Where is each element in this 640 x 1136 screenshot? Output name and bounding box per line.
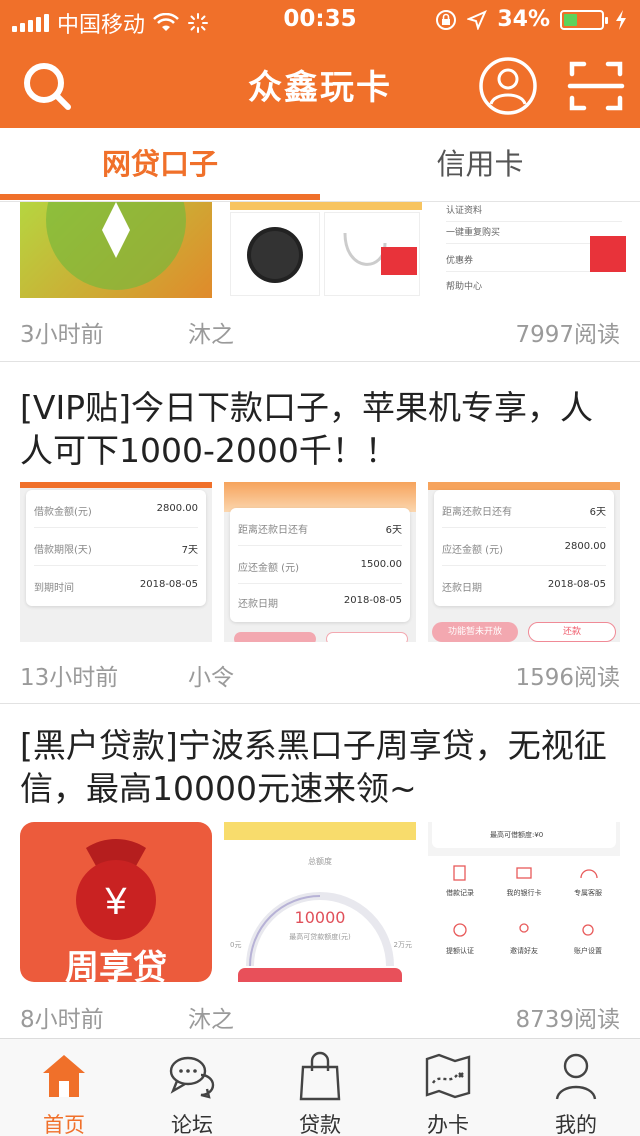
post-meta: 3小时前 沐之 7997阅读 [20, 315, 620, 349]
tab-credit-card[interactable]: 信用卡 [320, 128, 640, 202]
nav-label: 我的 [555, 1113, 597, 1136]
location-icon [467, 9, 488, 30]
nav-home[interactable]: 首页 [0, 1039, 128, 1136]
nav-label: 论坛 [171, 1113, 213, 1136]
tab-loans[interactable]: 网贷口子 [0, 128, 320, 202]
post-thumbnails: 借款金额(元) 2800.00 借款期限(天) 7天 到期时间 2018-08-05 … [20, 482, 620, 642]
post-meta: 13小时前 小令 1596阅读 [20, 658, 620, 692]
nav-cards[interactable]: 办卡 [384, 1039, 512, 1136]
repay-button: 还款 [528, 622, 616, 642]
disabled-button: 功能暂未开放 [432, 622, 518, 642]
post-thumbnails: 认证资料 一键重复购买 优惠券 帮助中心 [20, 202, 630, 298]
post-card[interactable]: [VIP贴]今日下款口子，苹果机专享，人人可下1000-2000千！！ 借款金额… [0, 362, 640, 704]
post-author: 沐之 [188, 322, 234, 348]
battery-icon [560, 9, 608, 30]
post-time: 8小时前 [20, 1007, 104, 1033]
avatar-icon [479, 57, 537, 115]
menu-row: 帮助中心 [446, 282, 483, 292]
post-card[interactable]: [黑户贷款]宁波系黑口子周享贷，无视征信，最高10000元速来领~ ¥ 周享贷 … [0, 704, 640, 1038]
orientation-lock-icon [436, 9, 457, 30]
status-bar: 中国移动 00:35 34% [0, 0, 640, 40]
scan-button[interactable] [566, 56, 626, 116]
gauge-min: 0元 [230, 941, 242, 949]
post-image: 认证资料 一键重复购买 优惠券 帮助中心 [438, 202, 630, 298]
nav-profile[interactable]: 我的 [512, 1039, 640, 1136]
gauge-value: 10000 [294, 908, 346, 927]
post-meta: 8小时前 沐之 8739阅读 [20, 1000, 620, 1034]
page-title: 众鑫玩卡 [248, 68, 392, 108]
chat-icon [169, 1056, 215, 1099]
post-read-count: 7997阅读 [515, 322, 620, 348]
post-image: 总额度 10000 最高可贷款额度(元) 0元 2万元 [224, 822, 416, 982]
nav-loans[interactable]: 贷款 [256, 1039, 384, 1136]
post-card[interactable]: 认证资料 一键重复购买 优惠券 帮助中心 3小时前 沐之 7997阅读 [0, 202, 640, 362]
post-image [230, 202, 422, 298]
post-time: 13小时前 [20, 665, 119, 691]
profile-button[interactable] [478, 56, 538, 116]
post-read-count: 1596阅读 [515, 665, 620, 691]
feature-grid: 借款记录 我的银行卡 专属客服 提额认证 邀请好友 账户设置 [428, 856, 620, 982]
app-name: 周享贷 [65, 948, 167, 982]
post-image: 借款金额(元) 2800.00 借款期限(天) 7天 到期时间 2018-08-05 [20, 482, 212, 642]
svg-text:¥: ¥ [104, 881, 127, 923]
post-author: 沐之 [188, 1007, 234, 1033]
nav-label: 首页 [43, 1113, 85, 1136]
post-image: 距离还款日还有 6天 应还金额 (元) 1500.00 还款日期 2018-08-05 [224, 482, 416, 642]
cable-icon [343, 232, 417, 275]
bag-icon [299, 1051, 341, 1101]
category-tabs: 网贷口子 信用卡 [0, 128, 640, 202]
post-time: 3小时前 [20, 322, 104, 348]
app-screen: 中国移动 00:35 34% 众鑫玩卡 网贷口子 信用卡 认证资料 一键重复购买… [0, 0, 640, 1136]
gauge-max: 2万元 [393, 941, 412, 949]
active-tab-indicator [0, 194, 320, 200]
home-icon [43, 1055, 85, 1097]
nav-label: 办卡 [427, 1113, 469, 1136]
grid-icons [453, 865, 598, 937]
map-icon [425, 1053, 471, 1099]
charger-icon [247, 227, 303, 283]
post-image [20, 202, 212, 298]
menu-row: 认证资料 [446, 202, 622, 222]
coin-app-icon [46, 202, 186, 290]
gift-badge [590, 236, 626, 272]
post-image: ¥ 周享贷 [20, 822, 212, 982]
bottom-tab-bar: 首页 论坛 贷款 办卡 我的 [0, 1038, 640, 1136]
post-feed[interactable]: 认证资料 一键重复购买 优惠券 帮助中心 3小时前 沐之 7997阅读 [VIP… [0, 202, 640, 1038]
post-read-count: 8739阅读 [515, 1007, 620, 1033]
nav-forum[interactable]: 论坛 [128, 1039, 256, 1136]
post-title[interactable]: [VIP贴]今日下款口子，苹果机专享，人人可下1000-2000千！！ [20, 386, 620, 472]
nav-label: 贷款 [299, 1113, 341, 1136]
post-image: 距离还款日还有 6天 应还金额 (元) 2800.00 还款日期 2018-08-05… [428, 482, 620, 642]
gauge-caption: 最高可贷款额度(元) [289, 933, 351, 941]
post-author: 小令 [188, 665, 234, 691]
battery-percent: 34% [497, 7, 550, 32]
post-title[interactable]: [黑户贷款]宁波系黑口子周享贷，无视征信，最高10000元速来领~ [20, 724, 620, 810]
charging-icon [616, 9, 626, 30]
user-icon [555, 1053, 597, 1100]
top-bar: 中国移动 00:35 34% 众鑫玩卡 [0, 0, 640, 128]
scan-icon [567, 61, 625, 111]
post-image: 最高可借额度:¥0 借款记录 我的银行卡 专属客服 提额认证 邀请好友 账户设置 [428, 822, 620, 982]
credit-limit: 最高可借额度:¥0 [432, 822, 616, 848]
post-thumbnails: ¥ 周享贷 总额度 10000 最高可贷款额度(元) 0元 2万元 最高可借额度… [20, 822, 620, 982]
